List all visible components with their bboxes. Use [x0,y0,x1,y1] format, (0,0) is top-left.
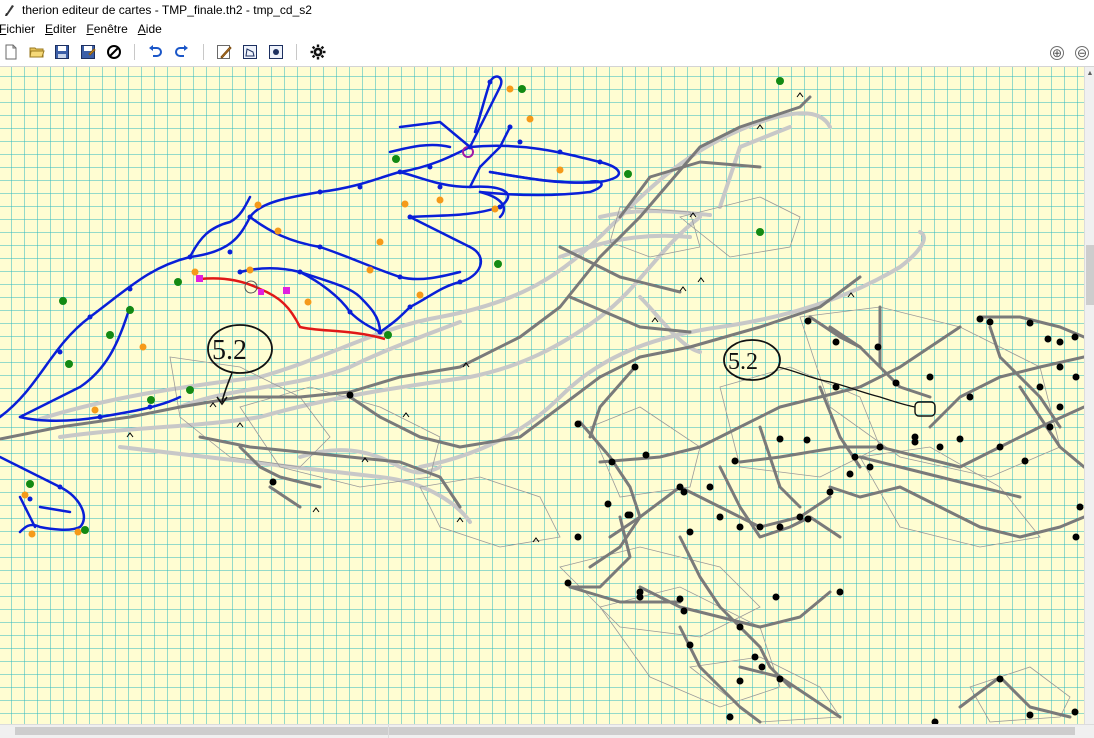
toolbar [0,38,1094,67]
open-folder-icon [29,47,45,58]
save-as-icon [81,45,96,59]
zoom-out-button[interactable]: ⊖ [1075,46,1089,60]
new-file-button[interactable] [2,43,20,61]
settings-button[interactable] [309,43,327,61]
undo-button[interactable] [146,43,164,61]
horizontal-scroll-thumb[interactable] [15,727,1075,735]
menu-editer-mnemonic: E [45,22,54,36]
open-button[interactable] [28,43,46,61]
edit-pencil-icon [217,45,232,59]
menu-fenetre-mnemonic: F [86,22,94,36]
therion-app-icon [5,5,14,16]
redo-icon [175,45,188,57]
menu-aide-mnemonic: A [137,22,146,36]
window-title: therion editeur de cartes - TMP_finale.t… [22,3,312,17]
point-button[interactable] [267,43,285,61]
toolbar-separator [203,44,204,60]
map-drawing: 5.2 5.2 [0,67,1084,724]
point-icon [269,45,283,59]
vertical-scroll-thumb[interactable] [1086,245,1094,305]
menu-aide[interactable]: Aide [138,22,172,36]
redo-button[interactable] [173,43,191,61]
menu-editer[interactable]: Editer [45,22,86,36]
close-button[interactable] [105,43,123,61]
menu-aide-label: ide [145,22,162,36]
menu-bar: Fichier Editer Fenêtre Aide [0,20,1094,38]
menu-editer-label: diter [53,22,77,36]
save-button[interactable] [53,43,71,61]
horizontal-scrollbar[interactable] [0,724,1094,738]
menu-fichier-label: ichier [6,22,36,36]
save-as-button[interactable] [79,43,97,61]
toolbar-separator [296,44,297,60]
area-button[interactable] [241,43,259,61]
toolbar-separator [134,44,135,60]
scroll-up-arrow-icon[interactable]: ▲ [1085,67,1094,81]
menu-fenetre-label: enêtre [93,22,128,36]
save-icon [55,45,69,59]
zoom-in-button[interactable]: ⊕ [1050,46,1064,60]
undo-icon [149,45,162,57]
menu-fichier[interactable]: Fichier [0,22,45,36]
annotation-label-left: 5.2 [212,335,247,366]
close-icon [107,45,121,59]
map-canvas[interactable]: 5.2 5.2 [0,67,1084,724]
edit-button[interactable] [215,43,233,61]
menu-fenetre[interactable]: Fenêtre [86,22,137,36]
new-file-icon [5,44,17,60]
horizontal-scroll-grip [388,725,389,738]
area-icon [243,45,257,59]
annotation-label-right: 5.2 [728,349,758,375]
settings-gear-icon [310,44,326,60]
vertical-scrollbar[interactable]: ▲ [1084,67,1094,724]
title-bar: therion editeur de cartes - TMP_finale.t… [0,0,1094,20]
